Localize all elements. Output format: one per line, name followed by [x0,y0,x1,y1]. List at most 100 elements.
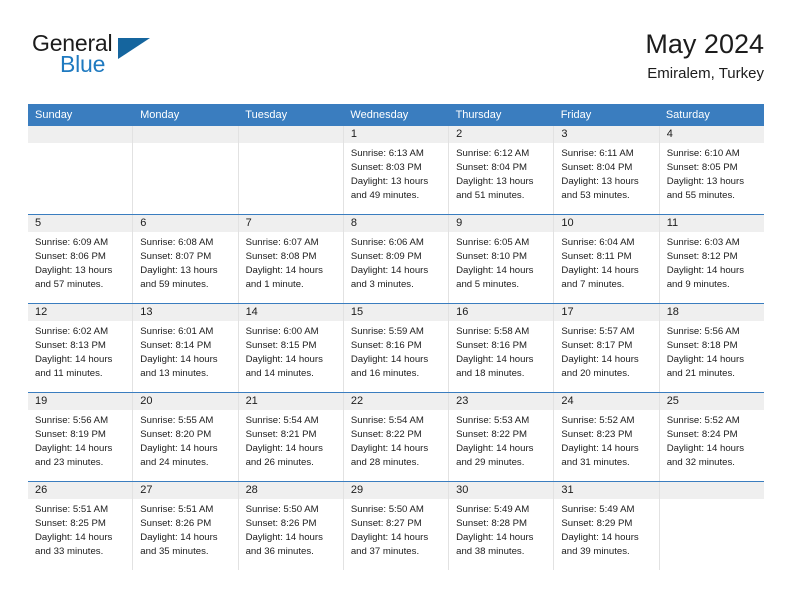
day-details: Sunrise: 5:52 AM Sunset: 8:23 PM Dayligh… [554,410,658,470]
day-cell[interactable]: 12 Sunrise: 6:02 AM Sunset: 8:13 PM Dayl… [28,304,134,392]
daylight-text-line1: Daylight: 14 hours [456,354,534,365]
daylight-text-line2: and 32 minutes. [666,457,735,468]
day-cell[interactable]: 18 Sunrise: 5:56 AM Sunset: 8:18 PM Dayl… [659,304,764,392]
day-cell[interactable] [133,126,239,214]
day-number: 17 [561,306,574,318]
day-number-band [28,126,133,143]
daylight-text-line2: and 14 minutes. [245,368,314,379]
sunrise-text: Sunrise: 5:58 AM [456,326,530,337]
daylight-text-line1: Daylight: 13 hours [561,176,639,187]
day-number: 5 [35,217,42,229]
day-cell[interactable]: 4 Sunrise: 6:10 AM Sunset: 8:05 PM Dayli… [659,126,764,214]
daylight-text-line2: and 31 minutes. [561,457,630,468]
day-cell[interactable]: 24 Sunrise: 5:52 AM Sunset: 8:23 PM Dayl… [554,393,660,481]
day-number-band: 5 [28,215,133,232]
day-cell[interactable]: 23 Sunrise: 5:53 AM Sunset: 8:22 PM Dayl… [449,393,555,481]
day-number: 15 [350,306,364,318]
page-title: May 2024 [645,29,764,59]
day-number: 16 [456,306,469,318]
sunrise-text: Sunrise: 6:13 AM [350,148,424,159]
day-number-band [659,482,764,499]
day-cell[interactable]: 19 Sunrise: 5:56 AM Sunset: 8:19 PM Dayl… [28,393,134,481]
daylight-text-line1: Daylight: 14 hours [350,265,429,276]
day-cell[interactable]: 13 Sunrise: 6:01 AM Sunset: 8:14 PM Dayl… [133,304,239,392]
day-cell[interactable] [659,482,764,570]
sunrise-text: Sunrise: 5:54 AM [245,415,319,426]
day-cell[interactable]: 3 Sunrise: 6:11 AM Sunset: 8:04 PM Dayli… [554,126,660,214]
day-cell[interactable]: 31 Sunrise: 5:49 AM Sunset: 8:29 PM Dayl… [554,482,660,570]
sunset-text: Sunset: 8:29 PM [561,518,633,529]
day-cell[interactable]: 10 Sunrise: 6:04 AM Sunset: 8:11 PM Dayl… [554,215,660,303]
day-cell[interactable]: 28 Sunrise: 5:50 AM Sunset: 8:26 PM Dayl… [238,482,344,570]
sunrise-text: Sunrise: 6:02 AM [35,326,109,337]
day-cell[interactable]: 17 Sunrise: 5:57 AM Sunset: 8:17 PM Dayl… [554,304,660,392]
day-cell[interactable]: 9 Sunrise: 6:05 AM Sunset: 8:10 PM Dayli… [449,215,555,303]
day-cell[interactable]: 8 Sunrise: 6:06 AM Sunset: 8:09 PM Dayli… [343,215,450,303]
daylight-text-line1: Daylight: 14 hours [666,354,745,365]
daylight-text-line2: and 7 minutes. [561,279,625,290]
day-details: Sunrise: 5:53 AM Sunset: 8:22 PM Dayligh… [449,410,553,470]
weekday-header-friday: Friday [560,109,592,121]
day-number: 1 [350,128,357,140]
daylight-text-line2: and 49 minutes. [350,190,420,201]
daylight-text-line1: Daylight: 14 hours [350,354,429,365]
day-cell[interactable]: 11 Sunrise: 6:03 AM Sunset: 8:12 PM Dayl… [659,215,764,303]
day-cell[interactable]: 14 Sunrise: 6:00 AM Sunset: 8:15 PM Dayl… [238,304,344,392]
day-details: Sunrise: 5:52 AM Sunset: 8:24 PM Dayligh… [660,410,764,470]
daylight-text-line2: and 51 minutes. [456,190,525,201]
daylight-text-line1: Daylight: 13 hours [666,176,745,187]
calendar-page: General Blue May 2024 Emiralem, Turkey S… [0,0,792,612]
day-number-band: 10 [554,215,659,232]
day-cell[interactable]: 21 Sunrise: 5:54 AM Sunset: 8:21 PM Dayl… [238,393,344,481]
day-cell[interactable]: 30 Sunrise: 5:49 AM Sunset: 8:28 PM Dayl… [449,482,555,570]
day-number: 21 [245,395,258,407]
day-cell[interactable]: 25 Sunrise: 5:52 AM Sunset: 8:24 PM Dayl… [659,393,764,481]
sunset-text: Sunset: 8:16 PM [350,340,422,351]
sunrise-text: Sunrise: 6:00 AM [245,326,319,337]
daylight-text-line1: Daylight: 14 hours [561,532,639,543]
day-details: Sunrise: 6:07 AM Sunset: 8:08 PM Dayligh… [239,232,343,292]
day-cell[interactable] [28,126,134,214]
day-cell[interactable]: 6 Sunrise: 6:08 AM Sunset: 8:07 PM Dayli… [133,215,239,303]
day-details: Sunrise: 5:51 AM Sunset: 8:26 PM Dayligh… [133,499,237,559]
weekday-header-monday: Monday [140,109,180,121]
day-number-band: 11 [659,215,764,232]
day-cell[interactable]: 7 Sunrise: 6:07 AM Sunset: 8:08 PM Dayli… [238,215,344,303]
daylight-text-line2: and 37 minutes. [350,546,420,557]
day-number-band: 30 [449,482,554,499]
day-cell[interactable]: 16 Sunrise: 5:58 AM Sunset: 8:16 PM Dayl… [449,304,555,392]
day-number-band: 23 [449,393,554,410]
sunrise-text: Sunrise: 5:59 AM [350,326,424,337]
day-cell[interactable]: 1 Sunrise: 6:13 AM Sunset: 8:03 PM Dayli… [343,126,450,214]
day-cell[interactable]: 2 Sunrise: 6:12 AM Sunset: 8:04 PM Dayli… [449,126,555,214]
daylight-text-line2: and 38 minutes. [456,546,525,557]
sunrise-text: Sunrise: 6:12 AM [456,148,530,159]
page-subtitle: Emiralem, Turkey [647,65,764,83]
day-cell[interactable]: 5 Sunrise: 6:09 AM Sunset: 8:06 PM Dayli… [28,215,134,303]
daylight-text-line1: Daylight: 14 hours [245,532,323,543]
day-number: 29 [350,484,364,496]
day-number-band: 25 [659,393,764,410]
sunrise-text: Sunrise: 6:01 AM [140,326,214,337]
day-cell[interactable]: 20 Sunrise: 5:55 AM Sunset: 8:20 PM Dayl… [133,393,239,481]
day-number: 24 [561,395,574,407]
daylight-text-line1: Daylight: 14 hours [561,265,639,276]
day-cell[interactable]: 22 Sunrise: 5:54 AM Sunset: 8:22 PM Dayl… [343,393,450,481]
daylight-text-line2: and 20 minutes. [561,368,630,379]
day-cell[interactable]: 15 Sunrise: 5:59 AM Sunset: 8:16 PM Dayl… [343,304,450,392]
day-cell[interactable] [238,126,344,214]
day-cell[interactable]: 29 Sunrise: 5:50 AM Sunset: 8:27 PM Dayl… [343,482,450,570]
day-number: 13 [140,306,153,318]
sunrise-text: Sunrise: 5:50 AM [350,504,424,515]
day-cell[interactable]: 27 Sunrise: 5:51 AM Sunset: 8:26 PM Dayl… [133,482,239,570]
daylight-text-line2: and 1 minute. [245,279,304,290]
sunset-text: Sunset: 8:21 PM [245,429,317,440]
day-number: 26 [35,484,48,496]
brand-logo[interactable]: General Blue [28,30,248,88]
day-number: 20 [140,395,153,407]
sunrise-text: Sunrise: 5:51 AM [140,504,214,515]
sunrise-text: Sunrise: 6:03 AM [666,237,740,248]
day-cell[interactable]: 26 Sunrise: 5:51 AM Sunset: 8:25 PM Dayl… [28,482,134,570]
day-number-band: 28 [238,482,343,499]
day-number: 6 [140,217,147,229]
